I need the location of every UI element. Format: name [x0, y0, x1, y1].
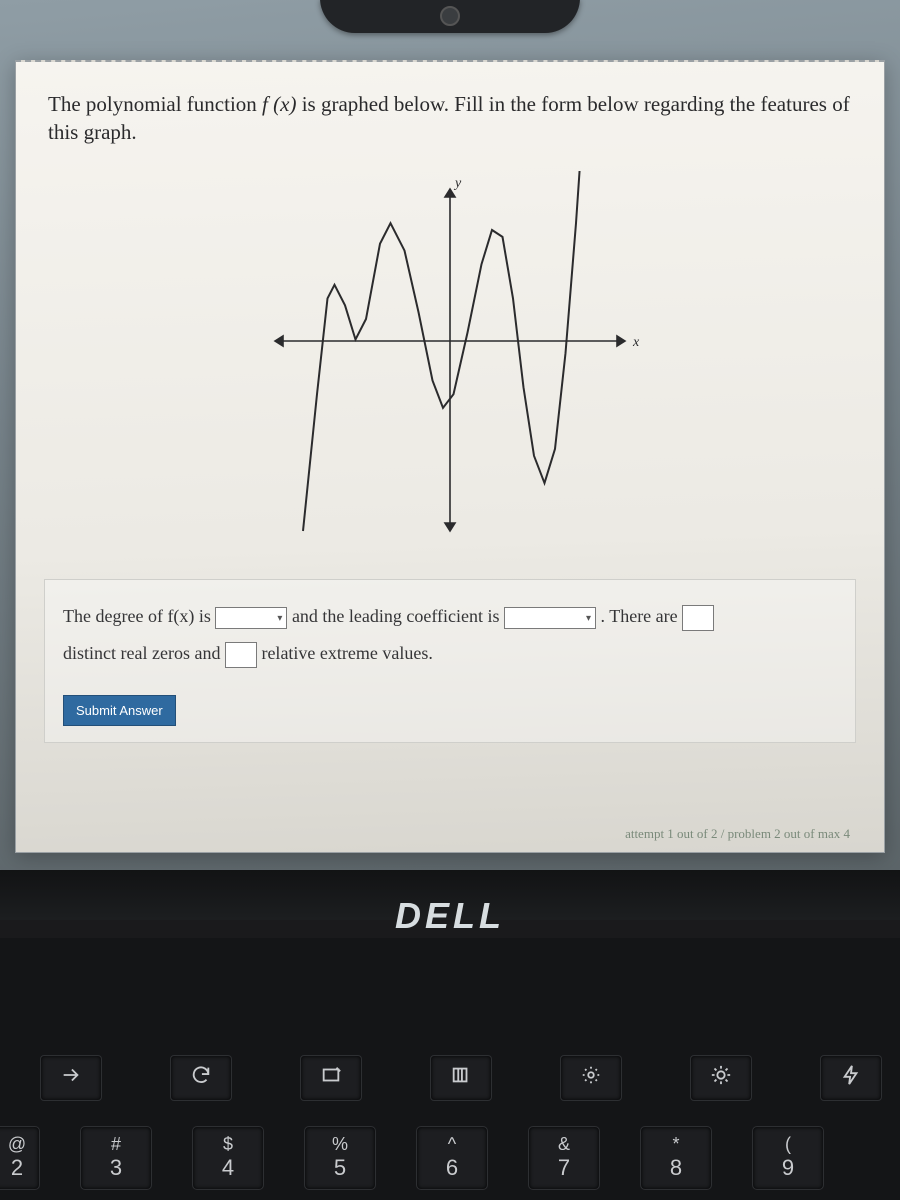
key-3: #3 — [80, 1126, 152, 1190]
key-digit: 7 — [558, 1155, 570, 1181]
zeros-input[interactable] — [682, 605, 714, 631]
fn-key-pause — [430, 1055, 492, 1101]
photo-scene: The polynomial function f (x) is graphed… — [0, 0, 900, 1200]
fn-key-sun-high — [690, 1055, 752, 1101]
fn-key-refresh — [170, 1055, 232, 1101]
fn-key-rect — [300, 1055, 362, 1101]
answer-text: and the leading coefficient is — [292, 606, 504, 626]
key-4: $4 — [192, 1126, 264, 1190]
answer-line-1: The degree of f(x) is ▾ and the leading … — [63, 598, 837, 636]
graph-svg: x y — [245, 171, 655, 551]
key-symbol: $ — [223, 1135, 233, 1153]
key-symbol: @ — [8, 1135, 26, 1153]
key-symbol: * — [672, 1135, 679, 1153]
key-digit: 5 — [334, 1155, 346, 1181]
leading-coeff-select[interactable]: ▾ — [504, 607, 596, 629]
bolt-icon — [840, 1064, 862, 1092]
number-key-row: @2#3$4%5^6&7*8(9 — [0, 1126, 900, 1190]
fn-key-sun-low — [560, 1055, 622, 1101]
answer-text: The degree of f(x) is — [63, 606, 215, 626]
y-axis-label: y — [453, 176, 462, 191]
refresh-icon — [190, 1064, 212, 1092]
graph-container: x y — [16, 171, 884, 551]
key-5: %5 — [304, 1126, 376, 1190]
key-9: (9 — [752, 1126, 824, 1190]
key-digit: 2 — [11, 1155, 23, 1181]
x-axis-label: x — [632, 335, 640, 350]
key-7: &7 — [528, 1126, 600, 1190]
key-digit: 8 — [670, 1155, 682, 1181]
key-symbol: % — [332, 1135, 348, 1153]
prompt-text-a: The polynomial function — [48, 92, 262, 116]
laptop-brand-logo: DELL — [395, 895, 505, 937]
answer-line-2: distinct real zeros and relative extreme… — [63, 635, 837, 673]
key-symbol: # — [111, 1135, 121, 1153]
arrow-right-icon — [60, 1064, 82, 1092]
rect-icon — [320, 1064, 342, 1092]
key-2: @2 — [0, 1126, 40, 1190]
key-symbol: ^ — [448, 1135, 456, 1153]
pause-icon — [450, 1064, 472, 1092]
sun-low-icon — [580, 1064, 602, 1092]
key-digit: 9 — [782, 1155, 794, 1181]
webcam-notch — [320, 0, 580, 33]
key-digit: 4 — [222, 1155, 234, 1181]
attempt-counter: attempt 1 out of 2 / problem 2 out of ma… — [625, 826, 850, 842]
answer-text: distinct real zeros and — [63, 643, 225, 663]
submit-answer-button[interactable]: Submit Answer — [63, 695, 176, 726]
problem-page: The polynomial function f (x) is graphed… — [15, 60, 885, 853]
fn-key-arrow-right — [40, 1055, 102, 1101]
polynomial-curve — [303, 171, 583, 531]
answer-text: relative extreme values. — [261, 643, 432, 663]
answer-text: . There are — [601, 606, 683, 626]
fn-key-bolt — [820, 1055, 882, 1101]
extremes-input[interactable] — [225, 642, 257, 668]
laptop-screen: The polynomial function f (x) is graphed… — [0, 0, 900, 872]
chevron-down-icon: ▾ — [586, 608, 591, 630]
key-8: *8 — [640, 1126, 712, 1190]
degree-select[interactable]: ▾ — [215, 607, 287, 629]
polynomial-graph: x y — [245, 171, 655, 551]
key-6: ^6 — [416, 1126, 488, 1190]
answer-card: The degree of f(x) is ▾ and the leading … — [44, 579, 856, 744]
key-symbol: & — [558, 1135, 570, 1153]
key-symbol: ( — [785, 1135, 791, 1153]
question-prompt: The polynomial function f (x) is graphed… — [16, 62, 884, 157]
chevron-down-icon: ▾ — [277, 608, 282, 630]
prompt-fx: f (x) — [262, 92, 296, 116]
function-key-row — [40, 1055, 900, 1101]
sun-high-icon — [710, 1064, 732, 1092]
key-digit: 6 — [446, 1155, 458, 1181]
key-digit: 3 — [110, 1155, 122, 1181]
